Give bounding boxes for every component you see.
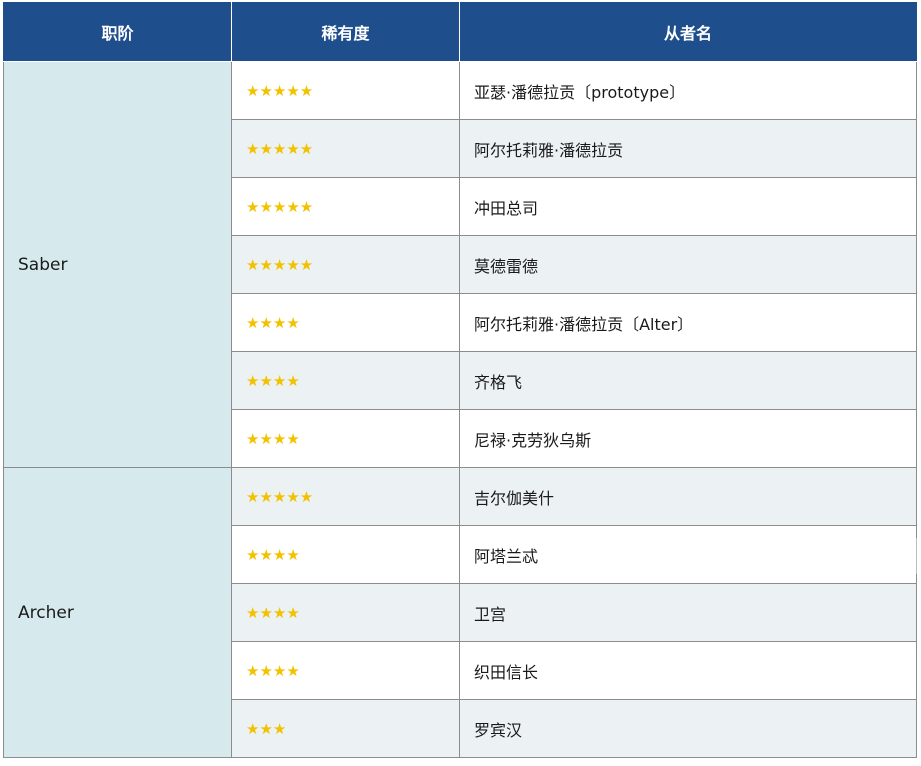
servant-name-cell: 阿尔托莉雅·潘德拉贡〔Alter〕 [459, 293, 917, 352]
servant-name-cell: 织田信长 [459, 641, 917, 700]
rarity-cell: ★★★★★ [231, 467, 460, 526]
rarity-cell: ★★★★ [231, 583, 460, 642]
rarity-stars: ★★★★ [246, 604, 300, 622]
servant-name-cell: 卫宫 [459, 583, 917, 642]
rarity-stars: ★★★★ [246, 372, 300, 390]
class-cell-saber: Saber [3, 61, 232, 468]
rarity-stars: ★★★★★ [246, 256, 314, 274]
table-row: Archer ★★★★★ 吉尔伽美什 [3, 467, 917, 758]
rarity-stars: ★★★★★ [246, 198, 314, 216]
header-class: 职阶 [3, 2, 232, 62]
header-name: 从者名 [459, 2, 917, 62]
rarity-cell: ★★★★★ [231, 235, 460, 294]
rarity-stars: ★★★ [246, 720, 287, 738]
rarity-cell: ★★★★ [231, 641, 460, 700]
rarity-cell: ★★★ [231, 699, 460, 758]
rarity-cell: ★★★★ [231, 525, 460, 584]
rarity-stars: ★★★★★ [246, 82, 314, 100]
servant-name-cell: 阿尔托莉雅·潘德拉贡 [459, 119, 917, 178]
servant-name-cell: 莫德雷德 [459, 235, 917, 294]
servant-name-cell: 冲田总司 [459, 177, 917, 236]
rarity-cell: ★★★★★ [231, 119, 460, 178]
edge-divider [916, 538, 921, 574]
rarity-stars: ★★★★ [246, 430, 300, 448]
rarity-cell: ★★★★ [231, 351, 460, 410]
rarity-cell: ★★★★ [231, 409, 460, 468]
servant-name-cell: 齐格飞 [459, 351, 917, 410]
header-rarity: 稀有度 [231, 2, 460, 62]
servant-table: 职阶 稀有度 从者名 Saber ★★★★★ 亚瑟·潘德拉贡〔prototype… [3, 2, 917, 758]
servant-name-cell: 亚瑟·潘德拉贡〔prototype〕 [459, 61, 917, 120]
rarity-cell: ★★★★★ [231, 177, 460, 236]
header-row: 职阶 稀有度 从者名 [3, 2, 917, 62]
class-cell-archer: Archer [3, 467, 232, 758]
rarity-cell: ★★★★ [231, 293, 460, 352]
rarity-stars: ★★★★ [246, 662, 300, 680]
servant-name-cell: 吉尔伽美什 [459, 467, 917, 526]
table-row: Saber ★★★★★ 亚瑟·潘德拉贡〔prototype〕 [3, 61, 917, 468]
rarity-stars: ★★★★ [246, 546, 300, 564]
rarity-stars: ★★★★★ [246, 140, 314, 158]
rarity-stars: ★★★★ [246, 314, 300, 332]
servant-name-cell: 罗宾汉 [459, 699, 917, 758]
servant-name-cell: 尼禄·克劳狄乌斯 [459, 409, 917, 468]
rarity-stars: ★★★★★ [246, 488, 314, 506]
rarity-cell: ★★★★★ [231, 61, 460, 120]
servant-name-cell: 阿塔兰忒 [459, 525, 917, 584]
